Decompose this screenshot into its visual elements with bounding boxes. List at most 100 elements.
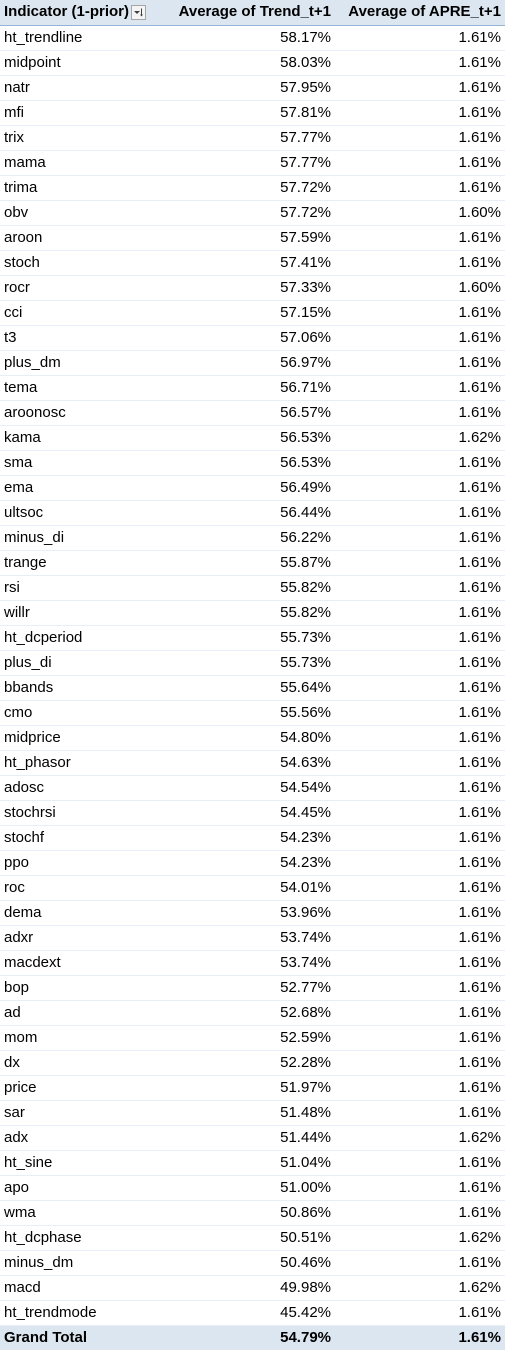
indicator-cell[interactable]: trange	[0, 550, 160, 576]
apre-cell[interactable]: 1.62%	[335, 1125, 505, 1151]
trend-cell[interactable]: 54.54%	[160, 775, 335, 801]
indicator-cell[interactable]: midpoint	[0, 50, 160, 76]
indicator-cell[interactable]: willr	[0, 600, 160, 626]
trend-cell[interactable]: 56.53%	[160, 425, 335, 451]
apre-cell[interactable]: 1.61%	[335, 475, 505, 501]
indicator-cell[interactable]: macdext	[0, 950, 160, 976]
trend-cell[interactable]: 54.80%	[160, 725, 335, 751]
trend-cell[interactable]: 57.77%	[160, 125, 335, 151]
indicator-cell[interactable]: minus_di	[0, 525, 160, 551]
trend-cell[interactable]: 56.53%	[160, 450, 335, 476]
indicator-cell[interactable]: stoch	[0, 250, 160, 276]
trend-cell[interactable]: 57.33%	[160, 275, 335, 301]
indicator-cell[interactable]: mama	[0, 150, 160, 176]
trend-cell[interactable]: 51.00%	[160, 1175, 335, 1201]
apre-cell[interactable]: 1.61%	[335, 700, 505, 726]
indicator-column-header[interactable]: Indicator (1-prior)	[0, 0, 160, 26]
apre-cell[interactable]: 1.61%	[335, 875, 505, 901]
apre-cell[interactable]: 1.61%	[335, 1100, 505, 1126]
apre-cell[interactable]: 1.61%	[335, 25, 505, 51]
indicator-cell[interactable]: trima	[0, 175, 160, 201]
trend-cell[interactable]: 57.41%	[160, 250, 335, 276]
trend-cell[interactable]: 51.97%	[160, 1075, 335, 1101]
apre-cell[interactable]: 1.61%	[335, 600, 505, 626]
trend-cell[interactable]: 54.23%	[160, 825, 335, 851]
indicator-cell[interactable]: mom	[0, 1025, 160, 1051]
trend-cell[interactable]: 57.06%	[160, 325, 335, 351]
indicator-cell[interactable]: obv	[0, 200, 160, 226]
apre-cell[interactable]: 1.61%	[335, 1175, 505, 1201]
trend-cell[interactable]: 57.81%	[160, 100, 335, 126]
indicator-cell[interactable]: plus_dm	[0, 350, 160, 376]
trend-cell[interactable]: 55.64%	[160, 675, 335, 701]
trend-cell[interactable]: 56.44%	[160, 500, 335, 526]
apre-cell[interactable]: 1.61%	[335, 775, 505, 801]
trend-cell[interactable]: 45.42%	[160, 1300, 335, 1326]
indicator-cell[interactable]: minus_dm	[0, 1250, 160, 1276]
trend-cell[interactable]: 52.77%	[160, 975, 335, 1001]
trend-cell[interactable]: 54.45%	[160, 800, 335, 826]
trend-cell[interactable]: 57.15%	[160, 300, 335, 326]
trend-cell[interactable]: 56.22%	[160, 525, 335, 551]
apre-cell[interactable]: 1.61%	[335, 1075, 505, 1101]
trend-cell[interactable]: 50.51%	[160, 1225, 335, 1251]
trend-cell[interactable]: 57.59%	[160, 225, 335, 251]
trend-cell[interactable]: 57.77%	[160, 150, 335, 176]
apre-cell[interactable]: 1.61%	[335, 500, 505, 526]
trend-cell[interactable]: 55.87%	[160, 550, 335, 576]
apre-cell[interactable]: 1.61%	[335, 725, 505, 751]
trend-cell[interactable]: 49.98%	[160, 1275, 335, 1301]
apre-cell[interactable]: 1.61%	[335, 325, 505, 351]
trend-cell[interactable]: 51.44%	[160, 1125, 335, 1151]
filter-sort-descending-icon[interactable]	[131, 4, 147, 20]
apre-cell[interactable]: 1.61%	[335, 1000, 505, 1026]
indicator-cell[interactable]: sar	[0, 1100, 160, 1126]
indicator-cell[interactable]: midprice	[0, 725, 160, 751]
trend-cell[interactable]: 56.57%	[160, 400, 335, 426]
apre-cell[interactable]: 1.61%	[335, 150, 505, 176]
indicator-cell[interactable]: mfi	[0, 100, 160, 126]
indicator-cell[interactable]: apo	[0, 1175, 160, 1201]
apre-cell[interactable]: 1.61%	[335, 925, 505, 951]
apre-cell[interactable]: 1.61%	[335, 1300, 505, 1326]
trend-cell[interactable]: 56.71%	[160, 375, 335, 401]
apre-cell[interactable]: 1.61%	[335, 650, 505, 676]
trend-cell[interactable]: 55.56%	[160, 700, 335, 726]
apre-cell[interactable]: 1.60%	[335, 200, 505, 226]
indicator-cell[interactable]: aroonosc	[0, 400, 160, 426]
trend-cell[interactable]: 55.82%	[160, 575, 335, 601]
trend-cell[interactable]: 54.01%	[160, 875, 335, 901]
apre-cell[interactable]: 1.61%	[335, 975, 505, 1001]
trend-cell[interactable]: 58.17%	[160, 25, 335, 51]
apre-cell[interactable]: 1.61%	[335, 1025, 505, 1051]
trend-cell[interactable]: 54.63%	[160, 750, 335, 776]
indicator-cell[interactable]: adxr	[0, 925, 160, 951]
indicator-cell[interactable]: ht_dcphase	[0, 1225, 160, 1251]
apre-cell[interactable]: 1.61%	[335, 800, 505, 826]
apre-column-header[interactable]: Average of APRE_t+1	[335, 0, 505, 26]
apre-cell[interactable]: 1.61%	[335, 1200, 505, 1226]
indicator-cell[interactable]: dx	[0, 1050, 160, 1076]
trend-cell[interactable]: 53.74%	[160, 950, 335, 976]
indicator-cell[interactable]: ht_sine	[0, 1150, 160, 1176]
apre-cell[interactable]: 1.61%	[335, 400, 505, 426]
indicator-cell[interactable]: price	[0, 1075, 160, 1101]
indicator-cell[interactable]: wma	[0, 1200, 160, 1226]
indicator-cell[interactable]: ht_dcperiod	[0, 625, 160, 651]
indicator-cell[interactable]: bbands	[0, 675, 160, 701]
apre-cell[interactable]: 1.61%	[335, 175, 505, 201]
trend-cell[interactable]: 50.86%	[160, 1200, 335, 1226]
apre-cell[interactable]: 1.62%	[335, 1225, 505, 1251]
trend-cell[interactable]: 56.97%	[160, 350, 335, 376]
indicator-cell[interactable]: cmo	[0, 700, 160, 726]
trend-cell[interactable]: 53.96%	[160, 900, 335, 926]
indicator-cell[interactable]: adosc	[0, 775, 160, 801]
apre-cell[interactable]: 1.61%	[335, 1250, 505, 1276]
indicator-cell[interactable]: aroon	[0, 225, 160, 251]
indicator-cell[interactable]: stochrsi	[0, 800, 160, 826]
trend-cell[interactable]: 53.74%	[160, 925, 335, 951]
apre-cell[interactable]: 1.60%	[335, 275, 505, 301]
apre-cell[interactable]: 1.62%	[335, 425, 505, 451]
indicator-cell[interactable]: cci	[0, 300, 160, 326]
apre-cell[interactable]: 1.61%	[335, 250, 505, 276]
